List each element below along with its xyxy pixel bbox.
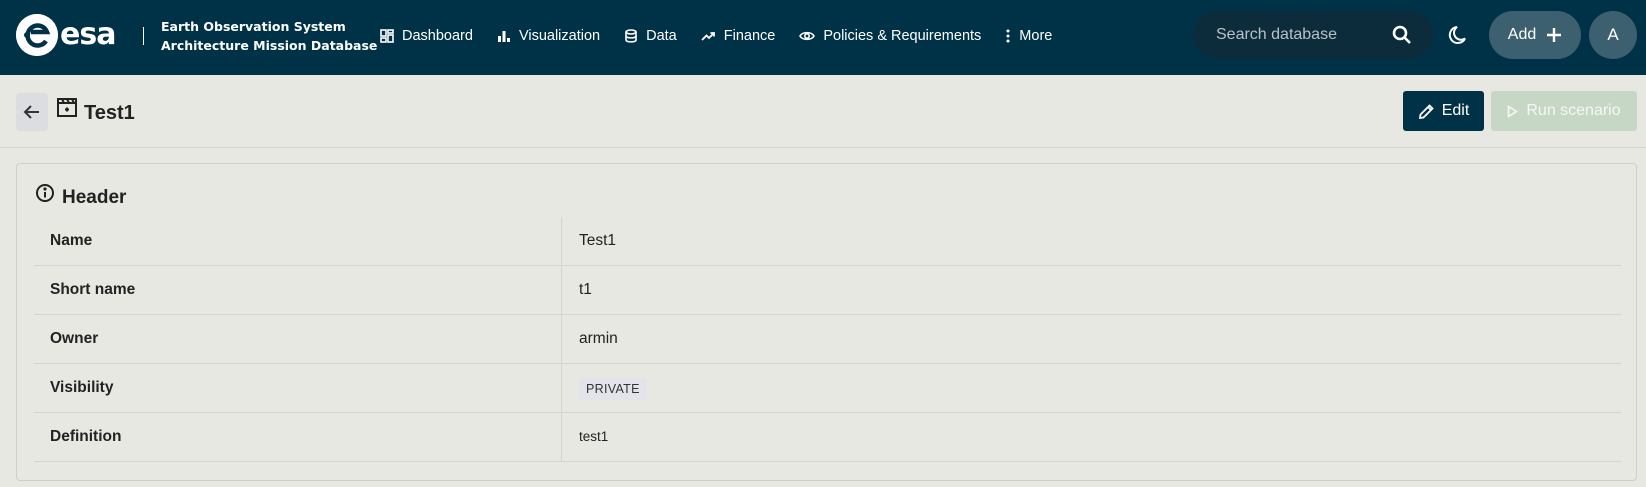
add-button-label: Add [1507,26,1537,43]
row-value: Test1 [579,232,617,249]
column-separator [561,217,562,265]
page-title: Test1 [84,102,135,124]
edit-button[interactable]: Edit [1403,91,1484,131]
header-divider [0,147,1646,148]
nav-visualization-label: Visualization [518,27,601,44]
visibility-badge: PRIVATE [579,378,647,400]
row-value: armin [579,330,618,347]
dashboard-icon [380,28,394,43]
run-scenario-label: Run scenario [1526,102,1621,119]
eye-icon [799,31,816,40]
table-row: Owner armin [34,315,1621,364]
arrow-left-icon [23,105,39,119]
logo-separator [143,27,144,45]
app-title-line2: Architecture Mission Database [161,38,378,53]
column-separator [561,413,562,461]
search-icon[interactable] [1391,24,1413,46]
top-navigation-bar: esa Earth Observation System Architectur… [0,0,1646,75]
esa-logo-text: esa [60,17,116,52]
row-label: Owner [50,330,99,347]
nav-data-label: Data [646,27,677,44]
search-input[interactable] [1216,26,1386,44]
column-separator [561,266,562,314]
database-icon [625,28,637,43]
pencil-icon [1418,103,1434,119]
nav-data[interactable]: Data [624,28,677,44]
bar-chart-icon [497,30,510,42]
info-icon [36,184,54,202]
nav-dashboard[interactable]: Dashboard [380,28,473,44]
card-title: Header [62,187,127,208]
header-table: Name Test1 Short name t1 Owner armin Vis… [34,217,1621,462]
run-scenario-button[interactable]: Run scenario [1491,91,1637,131]
scenario-clapperboard-icon [57,98,77,117]
table-row: Short name t1 [34,266,1621,315]
nav-dashboard-label: Dashboard [402,27,473,44]
nav-policies[interactable]: Policies & Requirements [799,28,981,44]
table-row: Name Test1 [34,217,1621,266]
row-label: Short name [50,281,136,298]
row-label: Definition [50,428,122,445]
app-title: Earth Observation System Architecture Mi… [161,17,377,55]
app-title-line1: Earth Observation System [161,19,346,34]
nav-finance[interactable]: Finance [701,27,776,44]
row-label: Visibility [50,379,114,396]
user-avatar[interactable]: A [1589,11,1637,59]
dark-mode-moon-icon[interactable] [1448,24,1470,46]
esa-logo-mark [16,14,58,56]
row-label: Name [50,232,93,249]
column-separator [561,364,562,412]
main-nav: Dashboard Visualization Data Finance Pol… [380,0,1076,71]
nav-visualization[interactable]: Visualization [497,28,600,44]
row-value: test1 [579,429,609,444]
row-value: t1 [579,281,592,298]
esa-logo[interactable]: esa [16,14,116,56]
search-box[interactable] [1193,11,1433,59]
add-button[interactable]: Add [1489,11,1581,59]
plus-icon [1547,28,1562,42]
table-row: Definition test1 [34,413,1621,462]
nav-more[interactable]: More [1005,28,1052,44]
column-separator [561,315,562,363]
more-vertical-icon [1006,29,1010,42]
nav-more-label: More [1019,27,1053,44]
nav-policies-label: Policies & Requirements [823,27,982,44]
table-row: Visibility PRIVATE [34,364,1621,413]
nav-finance-label: Finance [723,27,776,44]
trending-up-icon [701,31,715,41]
play-icon [1508,104,1519,118]
back-button[interactable] [16,93,48,131]
edit-button-label: Edit [1441,102,1470,119]
header-card: Header Name Test1 Short name t1 Owner ar… [16,163,1637,481]
